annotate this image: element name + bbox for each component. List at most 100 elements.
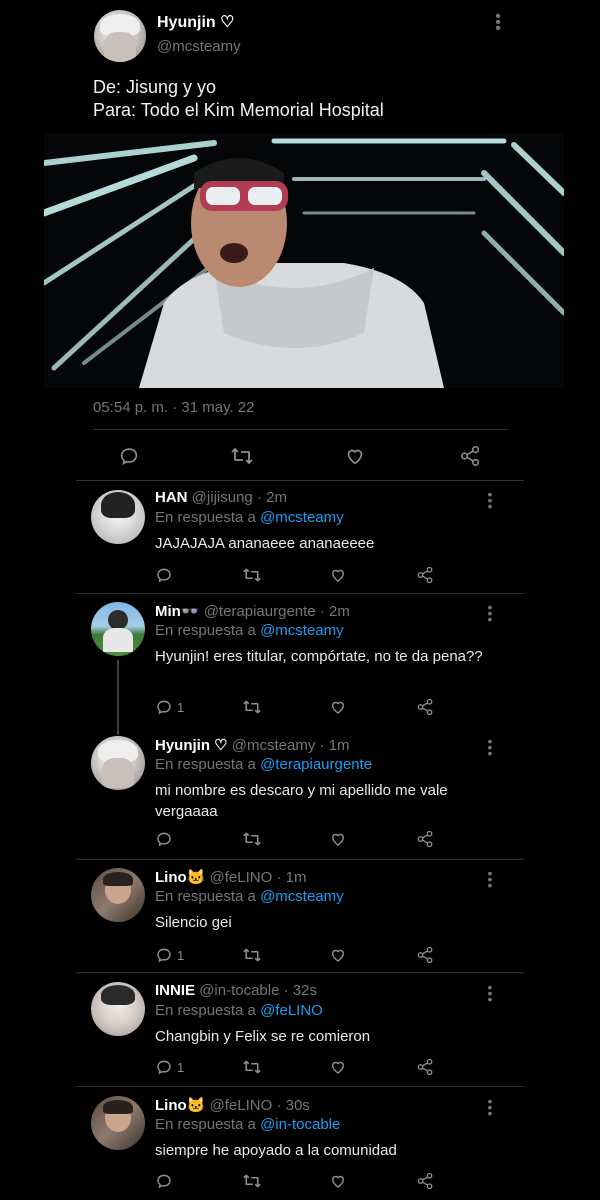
reply-time: · 32s bbox=[283, 982, 317, 999]
reply-text: Hyunjin! eres titular, compórtate, no te… bbox=[155, 648, 483, 665]
heart-icon[interactable] bbox=[329, 830, 347, 848]
reply-text: mi nombre es descaro y mi apellido me va… bbox=[155, 782, 448, 820]
author-handle[interactable]: @jijisung bbox=[192, 489, 253, 506]
share-icon[interactable] bbox=[416, 946, 434, 964]
author-handle[interactable]: @in-tocable bbox=[199, 982, 279, 999]
tweet-text-line: Para: Todo el Kim Memorial Hospital bbox=[93, 100, 384, 120]
reply-time: · 1m bbox=[319, 737, 350, 754]
comment-icon[interactable]: 1 bbox=[155, 946, 184, 964]
avatar[interactable] bbox=[91, 736, 145, 790]
author-name[interactable]: Hyunjin ♡ bbox=[155, 737, 228, 754]
avatar[interactable] bbox=[91, 602, 145, 656]
divider bbox=[76, 593, 524, 594]
replying-to-link[interactable]: @mcsteamy bbox=[260, 622, 344, 639]
divider bbox=[76, 1086, 524, 1087]
replying-to-label: En respuesta a bbox=[155, 509, 261, 526]
more-options-icon[interactable]: • • • bbox=[484, 980, 496, 1006]
avatar[interactable] bbox=[91, 490, 145, 544]
author-name[interactable]: Min👓 bbox=[155, 603, 200, 620]
author-handle[interactable]: @feLINO bbox=[210, 869, 273, 886]
comment-icon[interactable] bbox=[118, 445, 140, 467]
heart-icon[interactable] bbox=[344, 445, 366, 467]
retweet-icon[interactable] bbox=[242, 946, 262, 964]
comment-icon[interactable]: 1 bbox=[155, 698, 184, 716]
reply-header: INNIE @in-tocable · 32s bbox=[155, 982, 317, 999]
retweet-icon[interactable] bbox=[242, 566, 262, 584]
more-options-icon[interactable]: • • • bbox=[484, 734, 496, 760]
reply-count: 1 bbox=[177, 948, 185, 963]
replying-to-label: En respuesta a bbox=[155, 1116, 261, 1133]
share-icon[interactable] bbox=[459, 445, 481, 467]
reply-text: Silencio gei bbox=[155, 914, 232, 931]
avatar[interactable] bbox=[94, 10, 146, 62]
heart-icon[interactable] bbox=[329, 1058, 347, 1076]
reply-tweet[interactable]: Lino🐱 @feLINO · 30s • • • En respuesta a @… bbox=[76, 1094, 524, 1198]
more-options-icon[interactable]: • • • bbox=[492, 9, 504, 37]
tweet-text-line: De: Jisung y yo bbox=[93, 77, 217, 97]
reply-tweet[interactable]: INNIE @in-tocable · 32s • • • En respuesta… bbox=[76, 980, 524, 1084]
author-name[interactable]: Lino🐱 bbox=[155, 1097, 205, 1114]
share-icon[interactable] bbox=[416, 830, 434, 848]
replying-to-link[interactable]: @in-tocable bbox=[260, 1116, 340, 1133]
replying-to-label: En respuesta a bbox=[155, 888, 261, 905]
retweet-icon[interactable] bbox=[242, 698, 262, 716]
author-name[interactable]: Lino🐱 bbox=[155, 869, 205, 886]
comment-icon[interactable] bbox=[155, 566, 173, 584]
reply-text: JAJAJAJA ananaeee ananaeeee bbox=[155, 535, 375, 552]
replying-to-link[interactable]: @mcsteamy bbox=[260, 509, 344, 526]
avatar[interactable] bbox=[91, 1096, 145, 1150]
replying-to-link[interactable]: @mcsteamy bbox=[260, 888, 344, 905]
comment-icon[interactable] bbox=[155, 1172, 173, 1190]
reply-tweet[interactable]: Min👓 @terapiaurgente · 2m • • • En respues… bbox=[76, 600, 524, 722]
retweet-icon[interactable] bbox=[230, 445, 254, 467]
more-options-icon[interactable]: • • • bbox=[484, 487, 496, 513]
replying-to: En respuesta a @feLINO bbox=[155, 1002, 323, 1019]
retweet-icon[interactable] bbox=[242, 1058, 262, 1076]
share-icon[interactable] bbox=[416, 566, 434, 584]
author-name[interactable]: INNIE bbox=[155, 982, 195, 999]
replying-to-link[interactable]: @terapiaurgente bbox=[260, 756, 372, 773]
comment-icon[interactable]: 1 bbox=[155, 1058, 184, 1076]
retweet-icon[interactable] bbox=[242, 830, 262, 848]
avatar[interactable] bbox=[91, 868, 145, 922]
tweet-timestamp[interactable]: 05:54 p. m. · 31 may. 22 bbox=[93, 399, 254, 416]
more-options-icon[interactable]: • • • bbox=[484, 866, 496, 892]
heart-icon[interactable] bbox=[329, 566, 347, 584]
heart-icon[interactable] bbox=[329, 1172, 347, 1190]
author-handle[interactable]: @feLINO bbox=[210, 1097, 273, 1114]
reply-header: Lino🐱 @feLINO · 30s bbox=[155, 1096, 310, 1114]
reply-time: · 2m bbox=[319, 603, 350, 620]
tweet-media-video[interactable] bbox=[44, 133, 564, 388]
replying-to-link[interactable]: @feLINO bbox=[260, 1002, 323, 1019]
author-name[interactable]: HAN bbox=[155, 489, 188, 506]
comment-icon[interactable] bbox=[155, 830, 173, 848]
reply-text: siempre he apoyado a la comunidad bbox=[155, 1142, 397, 1159]
reply-header: Lino🐱 @feLINO · 1m bbox=[155, 868, 306, 886]
reply-text: Changbin y Felix se re comieron bbox=[155, 1028, 371, 1045]
heart-icon[interactable] bbox=[329, 698, 347, 716]
replying-to: En respuesta a @mcsteamy bbox=[155, 622, 344, 639]
more-options-icon[interactable]: • • • bbox=[484, 600, 496, 626]
retweet-icon[interactable] bbox=[242, 1172, 262, 1190]
heart-icon[interactable] bbox=[329, 946, 347, 964]
reply-tweet[interactable]: Lino🐱 @feLINO · 1m • • • En respuesta a @m… bbox=[76, 866, 524, 970]
reply-time: · 2m bbox=[256, 489, 287, 506]
divider bbox=[76, 480, 524, 481]
author-handle[interactable]: @terapiaurgente bbox=[204, 603, 316, 620]
avatar[interactable] bbox=[91, 982, 145, 1036]
author-handle[interactable]: @mcsteamy bbox=[232, 737, 316, 754]
author-name[interactable]: Hyunjin ♡ bbox=[157, 12, 234, 32]
divider bbox=[76, 972, 524, 973]
reply-time: · 1m bbox=[276, 869, 307, 886]
replying-to: En respuesta a @in-tocable bbox=[155, 1116, 340, 1133]
replying-to: En respuesta a @mcsteamy bbox=[155, 509, 344, 526]
share-icon[interactable] bbox=[416, 1058, 434, 1076]
share-icon[interactable] bbox=[416, 1172, 434, 1190]
reply-tweet[interactable]: Hyunjin ♡ @mcsteamy · 1m • • • En respuest… bbox=[76, 734, 524, 852]
more-options-icon[interactable]: • • • bbox=[484, 1094, 496, 1120]
replying-to-label: En respuesta a bbox=[155, 622, 261, 639]
reply-count: 1 bbox=[177, 1060, 185, 1075]
author-handle[interactable]: @mcsteamy bbox=[157, 38, 241, 55]
share-icon[interactable] bbox=[416, 698, 434, 716]
reply-tweet[interactable]: HAN @jijisung · 2m • • • En respuesta a @m… bbox=[76, 487, 524, 591]
